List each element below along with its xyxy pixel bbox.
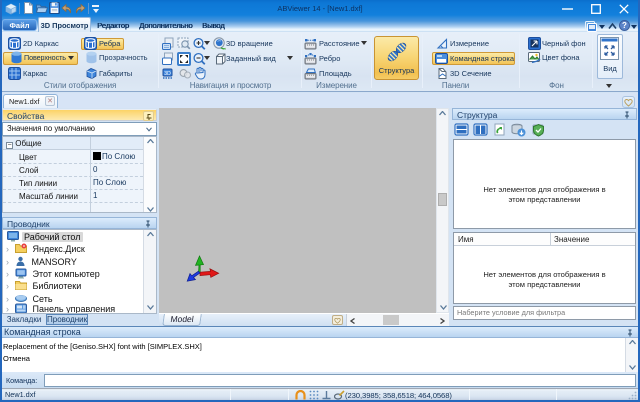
svg-text:?: ?: [622, 21, 627, 30]
svg-text:3D: 3D: [164, 71, 171, 77]
